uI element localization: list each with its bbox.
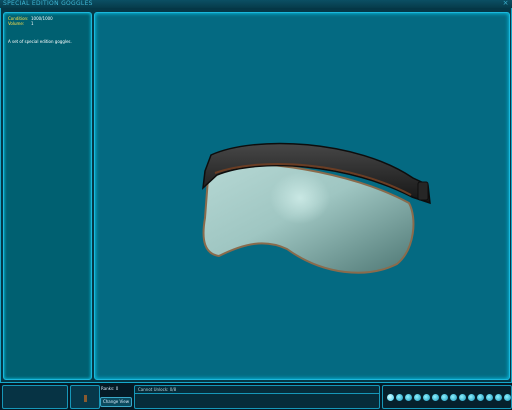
- lens-glare: [270, 172, 330, 224]
- bottom-toolbar: Ranks: 0 Change View Cannot Unlock: 0/8: [0, 383, 512, 410]
- help-icon[interactable]: [486, 394, 493, 401]
- character-icon[interactable]: [396, 394, 403, 401]
- info-divider: [135, 393, 379, 394]
- ranks-label: Ranks: 0: [101, 386, 119, 391]
- quickbar-icons: [387, 394, 512, 401]
- volume-label: Volume:: [8, 21, 25, 26]
- skills-icon[interactable]: [441, 394, 448, 401]
- condition-value: 1000/1000: [31, 16, 53, 21]
- map-icon[interactable]: [405, 394, 412, 401]
- item-description: A set of special edition goggles.: [8, 39, 72, 44]
- item-slot[interactable]: [70, 385, 100, 409]
- goggles-model: [202, 142, 431, 274]
- title-bar[interactable]: SPECIAL EDITION GOGGLES ×: [0, 0, 512, 8]
- close-icon[interactable]: ×: [502, 0, 509, 7]
- journal-icon[interactable]: [414, 394, 421, 401]
- item-examine-window: SPECIAL EDITION GOGGLES × Condition: 100…: [0, 0, 512, 383]
- quickbar: [382, 385, 512, 409]
- item-stats: Condition: 1000/1000 Volume: 1: [8, 16, 53, 26]
- mail-icon[interactable]: [477, 394, 484, 401]
- bottom-left-panel: [2, 385, 68, 409]
- stat-row-volume: Volume: 1: [8, 21, 53, 26]
- settings-icon[interactable]: [468, 394, 475, 401]
- item-info-panel: Condition: 1000/1000 Volume: 1 A set of …: [3, 12, 92, 380]
- info-bar: Cannot Unlock: 0/8: [134, 385, 380, 409]
- window-title: SPECIAL EDITION GOGGLES: [3, 0, 93, 7]
- frame-clasp: [417, 181, 429, 201]
- item-slot-icon: [84, 395, 87, 402]
- change-view-button[interactable]: Change View: [100, 397, 132, 407]
- datapad-icon[interactable]: [423, 394, 430, 401]
- inventory-icon[interactable]: [387, 394, 394, 401]
- item-3d-viewport[interactable]: [94, 12, 510, 380]
- info-text: Cannot Unlock: 0/8: [138, 387, 177, 392]
- crafting-icon[interactable]: [459, 394, 466, 401]
- quest-icon[interactable]: [504, 394, 511, 401]
- volume-value: 1: [31, 21, 34, 26]
- community-icon[interactable]: [432, 394, 439, 401]
- abilities-icon[interactable]: [450, 394, 457, 401]
- options-icon[interactable]: [495, 394, 502, 401]
